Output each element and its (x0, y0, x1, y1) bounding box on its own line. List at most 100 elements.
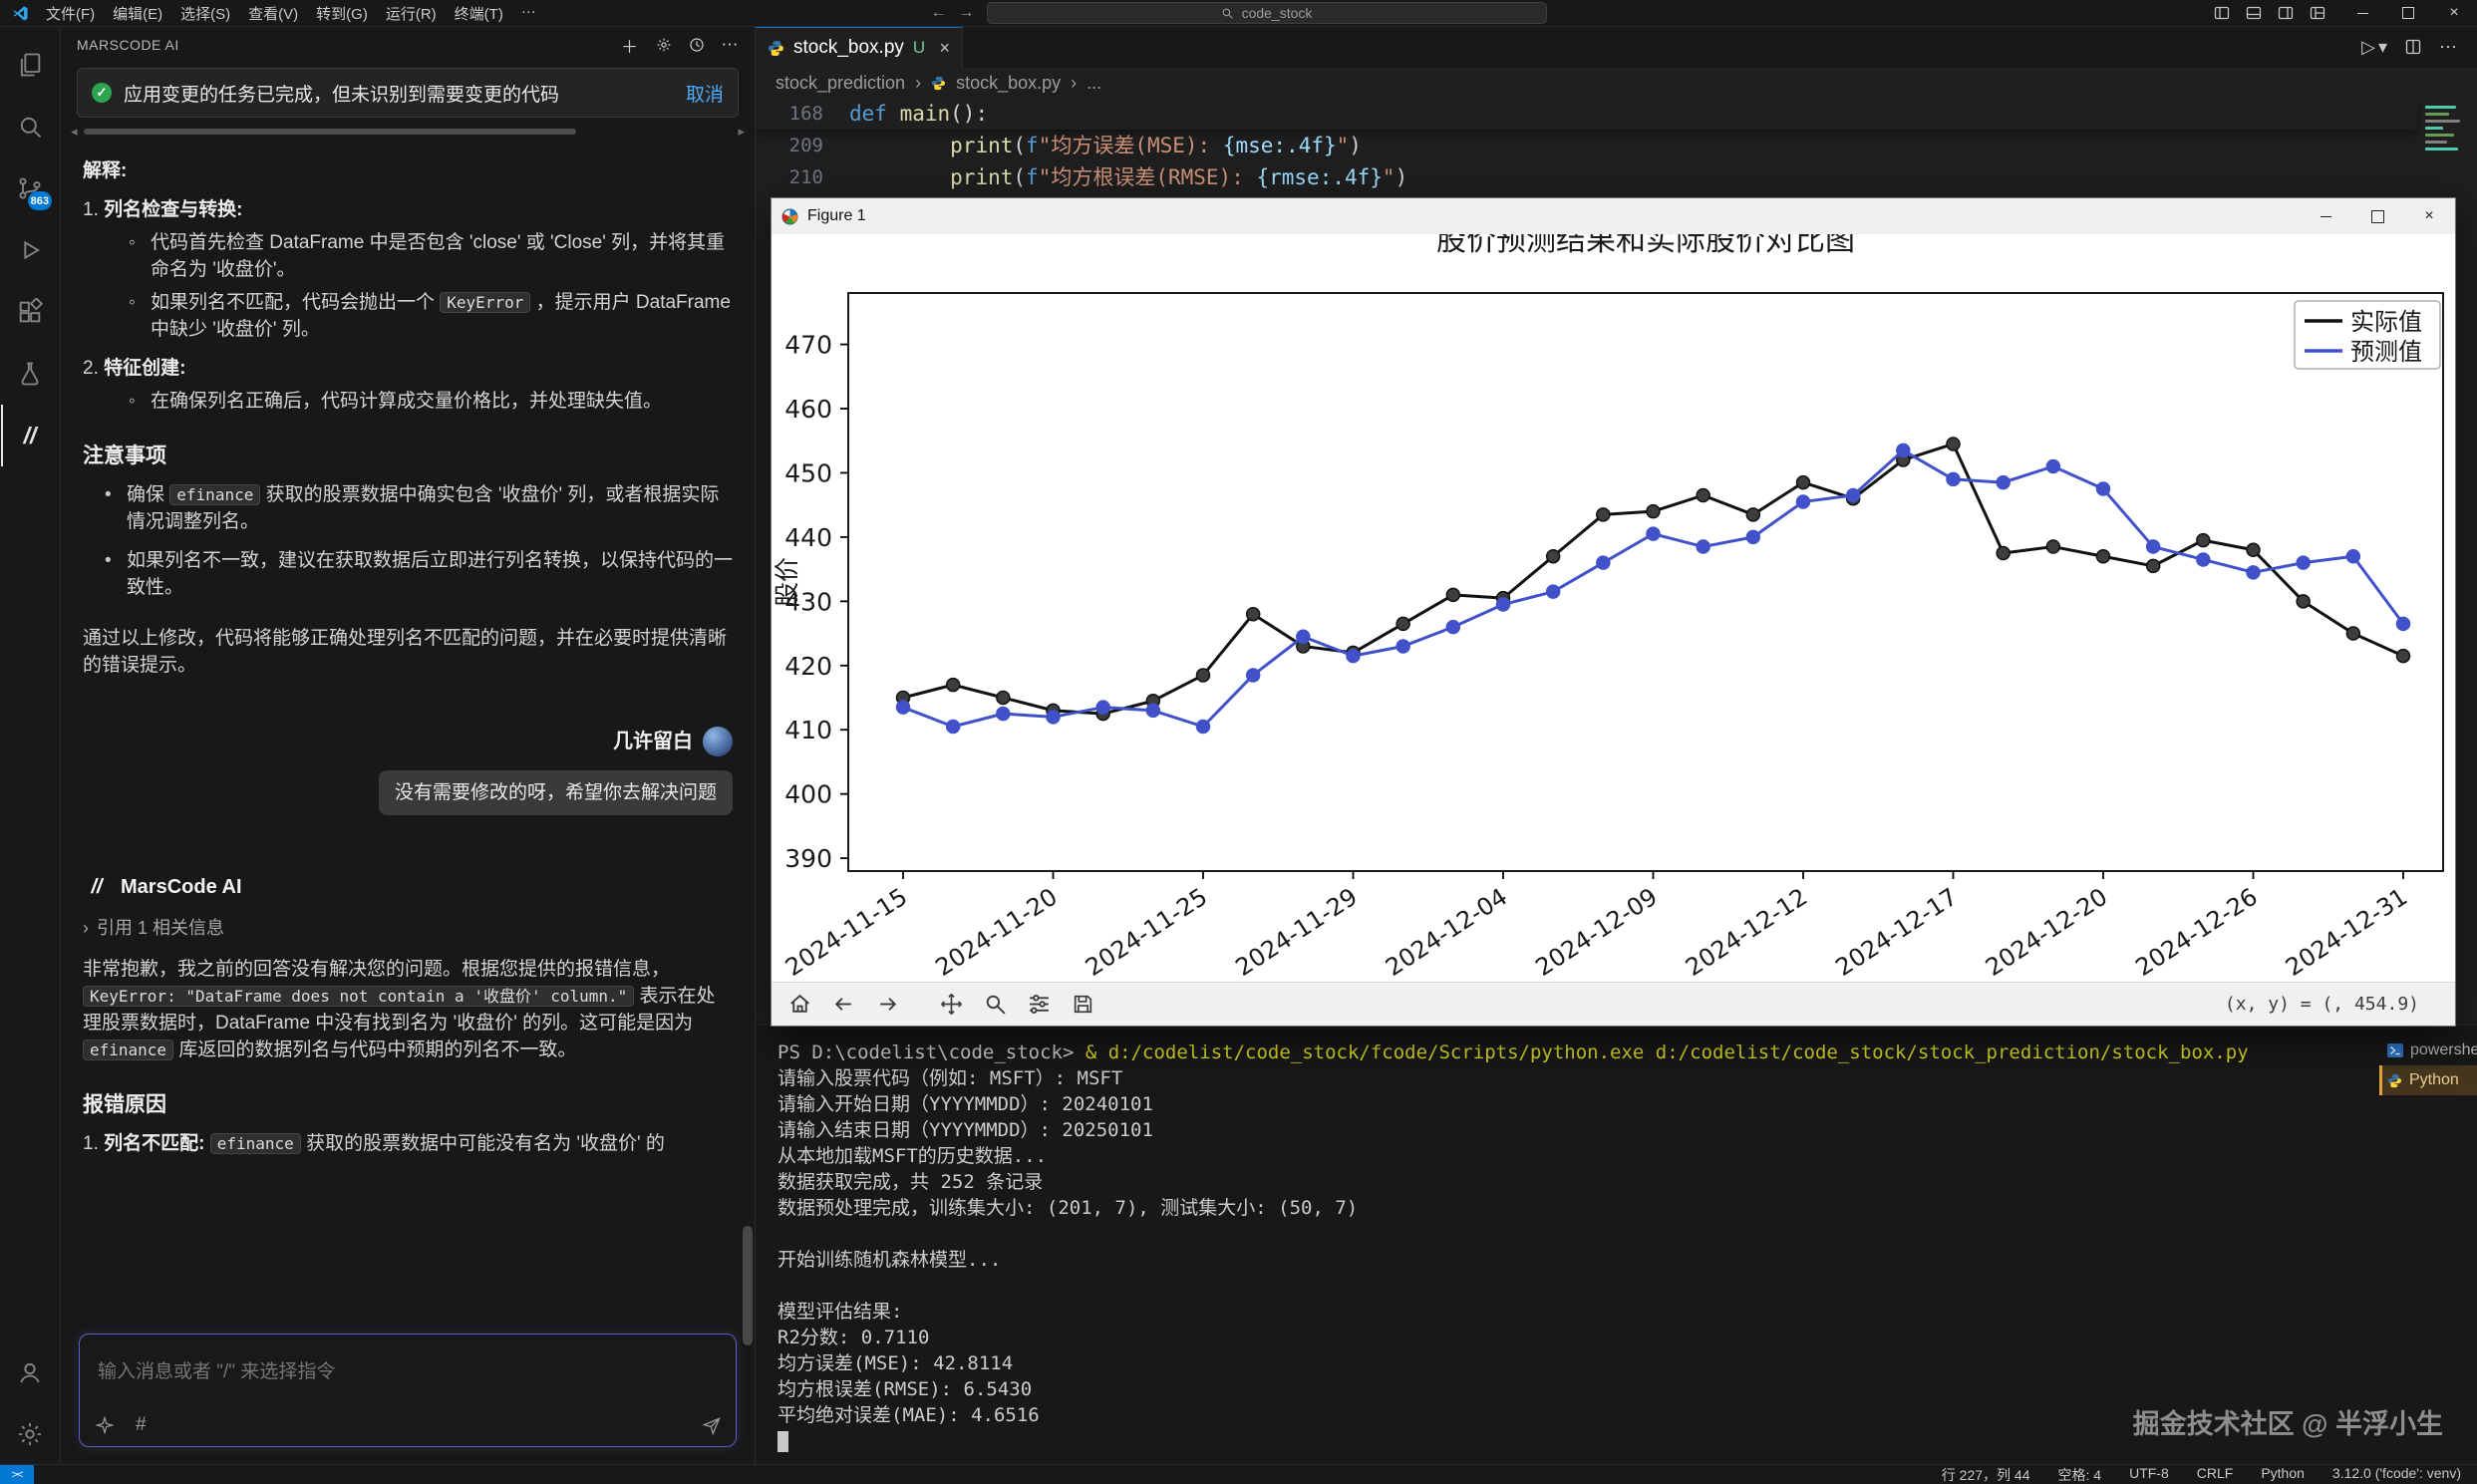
terminal-line: R2分数: 0.7110 (777, 1325, 2365, 1350)
terminal-panel[interactable]: PS D:\codelist\code_stock> & d:/codelist… (756, 1025, 2477, 1465)
terminal-output[interactable]: PS D:\codelist\code_stock> & d:/codelist… (777, 1039, 2365, 1454)
chat-input[interactable] (80, 1335, 736, 1396)
reference-toggle[interactable]: › 引用 1 相关信息 (83, 915, 733, 942)
panel-settings-icon[interactable] (656, 37, 672, 53)
status-item[interactable]: UTF-8 (2129, 1465, 2169, 1484)
menu-item-1[interactable]: 编辑(E) (104, 3, 171, 24)
remote-indicator[interactable]: >< (0, 1465, 34, 1484)
figure-titlebar[interactable]: Figure 1 × (772, 198, 2455, 234)
cancel-button[interactable]: 取消 (686, 80, 724, 107)
home-icon[interactable] (781, 987, 817, 1023)
pan-icon[interactable] (933, 987, 969, 1023)
save-icon[interactable] (1065, 987, 1100, 1023)
scm-changes-badge: 863 (28, 191, 52, 210)
inline-code: efinance (169, 484, 260, 505)
menu-item-0[interactable]: 文件(F) (37, 3, 104, 24)
breadcrumb-folder[interactable]: stock_prediction (775, 73, 905, 94)
terminal-line: 请输入开始日期（YYYYMMDD）: 20240101 (777, 1091, 2365, 1117)
figure-canvas[interactable]: 股价预测结果和实际股价对比图39040041042043044045046047… (772, 234, 2455, 982)
more-actions-icon[interactable]: ⋯ (722, 35, 740, 55)
history-forward-icon[interactable]: → (959, 4, 975, 22)
svg-text:实际值: 实际值 (2350, 308, 2422, 336)
history-back-icon[interactable]: ← (931, 4, 947, 22)
figure-close-button[interactable]: × (2403, 198, 2455, 234)
new-chat-icon[interactable]: ＋ (621, 33, 639, 58)
status-item[interactable]: 行 227，列 44 (1942, 1465, 2030, 1484)
account-icon[interactable] (1, 1341, 59, 1403)
sidebar-item-explorer[interactable] (1, 34, 59, 96)
status-item[interactable]: 3.12.0 ('fcode': venv) (2332, 1465, 2461, 1484)
window-minimize-button[interactable] (2339, 0, 2385, 26)
sidebar-scrollbar[interactable] (743, 1226, 753, 1345)
sticky-scroll-line[interactable]: 168 def main(): (756, 98, 2417, 130)
history-icon[interactable] (689, 37, 705, 53)
matplotlib-logo-icon (781, 208, 798, 225)
context-hash-icon[interactable]: # (136, 1414, 147, 1436)
code-line[interactable]: 210 print(f"均方根误差(RMSE): {rmse:.4f}") (756, 161, 2417, 193)
prediction-chart[interactable]: 股价预测结果和实际股价对比图39040041042043044045046047… (772, 234, 2455, 982)
status-item[interactable]: 空格: 4 (2058, 1465, 2102, 1484)
tab-close-icon[interactable]: × (939, 38, 950, 59)
matplotlib-figure-window[interactable]: Figure 1 × 股价预测结果和实际股价对比图390400410420430… (771, 197, 2456, 1027)
terminal-line: 请输入结束日期（YYYYMMDD）: 20250101 (777, 1117, 2365, 1143)
y-axis-label: 股价 (773, 557, 801, 607)
toggle-sidebar-icon[interactable] (2214, 5, 2230, 21)
command-center-search[interactable]: code_stock (987, 2, 1547, 24)
notice-scrollbar[interactable]: ◂ ▸ (71, 126, 745, 138)
more-actions-icon[interactable]: ⋯ (2439, 37, 2457, 58)
menu-item-4[interactable]: 转到(G) (307, 3, 377, 24)
menu-item-6[interactable]: 终端(T) (446, 3, 512, 24)
sidebar-item-run-debug[interactable] (1, 219, 59, 281)
status-item[interactable]: Python (2261, 1465, 2305, 1484)
figure-minimize-button[interactable] (2300, 198, 2351, 234)
sidebar-item-testing[interactable] (1, 343, 59, 405)
sidebar-item-source-control[interactable]: 863 (1, 157, 59, 219)
figure-toolbar: (x, y) = (, 454.9) (772, 982, 2455, 1026)
success-check-icon: ✓ (92, 83, 112, 103)
explanation-sub: 如果列名不匹配，代码会抛出一个 KeyError ，提示用户 DataFrame… (127, 289, 733, 343)
toggle-panel-icon[interactable] (2246, 5, 2262, 21)
sidebar-item-marscode[interactable]: // (1, 405, 59, 466)
status-right: 行 227，列 44 空格: 4 UTF-8 CRLF Python 3.12.0 ('f… (1942, 1465, 2477, 1484)
split-editor-icon[interactable] (2405, 39, 2421, 55)
python-icon (2387, 1073, 2402, 1088)
window-maximize-button[interactable] (2385, 0, 2431, 26)
sidebar-item-search[interactable] (1, 96, 59, 157)
terminal-tab-powershell[interactable]: powershell (2379, 1036, 2477, 1065)
back-icon[interactable] (825, 987, 861, 1023)
settings-gear-icon[interactable] (1, 1403, 59, 1465)
menu-item-2[interactable]: 选择(S) (171, 3, 239, 24)
send-icon[interactable] (702, 1415, 722, 1435)
window-close-button[interactable]: × (2431, 0, 2477, 26)
breadcrumb-symbol[interactable]: ... (1086, 73, 1101, 94)
terminal-line: 模型评估结果: (777, 1299, 2365, 1325)
activity-bar: 863 // (0, 26, 61, 1465)
subplot-settings-icon[interactable] (1021, 987, 1057, 1023)
svg-text:410: 410 (784, 716, 832, 744)
chevron-right-icon: › (1071, 73, 1077, 94)
menu-item-3[interactable]: 查看(V) (239, 3, 307, 24)
run-python-button[interactable]: ▷▾ (2361, 37, 2387, 58)
customize-layout-icon[interactable] (2310, 5, 2325, 21)
terminal-line: 均方误差(MSE): 42.8114 (777, 1350, 2365, 1376)
forward-icon[interactable] (869, 987, 905, 1023)
menu-item-7[interactable]: ··· (512, 3, 545, 24)
status-item[interactable]: CRLF (2197, 1465, 2234, 1484)
skills-icon[interactable] (96, 1416, 114, 1434)
zoom-icon[interactable] (977, 987, 1013, 1023)
chat-input-card[interactable]: # (79, 1334, 737, 1447)
git-status-badge: U (913, 38, 925, 58)
code-line[interactable]: 209 print(f"均方误差(MSE): {mse:.4f}") (756, 130, 2417, 161)
sidebar-item-extensions[interactable] (1, 281, 59, 343)
breadcrumb-file[interactable]: stock_box.py (956, 73, 1061, 94)
code-viewport[interactable]: 168 def main(): 209 print(f"均方误差(MSE): {… (756, 98, 2417, 193)
figure-maximize-button[interactable] (2351, 198, 2403, 234)
tab-stock-box[interactable]: stock_box.py U × (756, 26, 963, 68)
panel-header: MARSCODE AI ＋ ⋯ (61, 26, 755, 64)
text-segment: 列名不匹配: (104, 1133, 210, 1154)
menu-item-5[interactable]: 运行(R) (377, 3, 446, 24)
toggle-secondary-sidebar-icon[interactable] (2278, 5, 2294, 21)
terminal-tab-python[interactable]: Python (2379, 1065, 2477, 1095)
scrollbar-thumb[interactable] (84, 129, 577, 135)
titlebar: 文件(F)编辑(E)选择(S)查看(V)转到(G)运行(R)终端(T)··· ←… (0, 0, 2477, 27)
